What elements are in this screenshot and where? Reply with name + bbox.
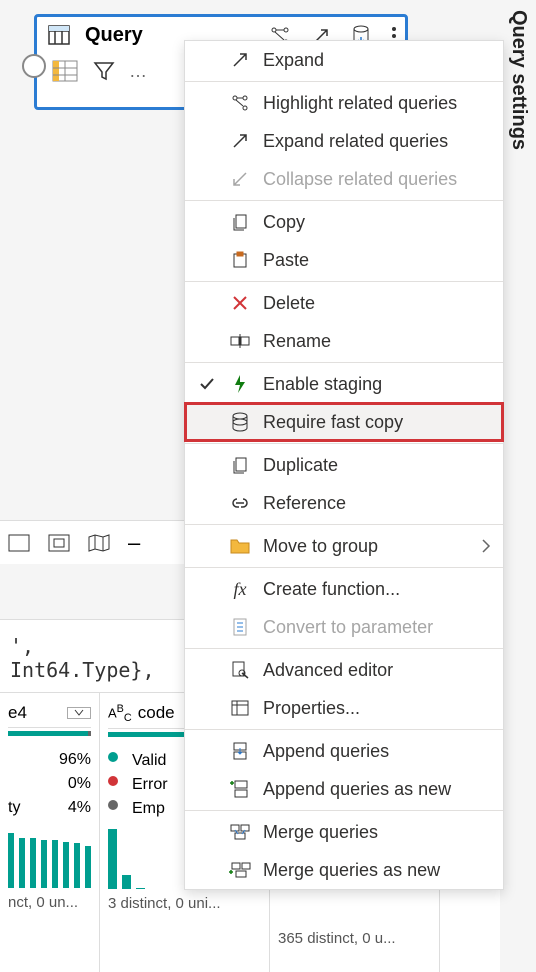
append-new-icon [229, 778, 251, 800]
menu-delete[interactable]: Delete [185, 284, 503, 322]
properties-icon [229, 697, 251, 719]
query-settings-panel-title: Query settings [507, 10, 530, 150]
column-histogram [8, 828, 91, 888]
menu-copy[interactable]: Copy [185, 203, 503, 241]
menu-advanced-editor[interactable]: Advanced editor [185, 651, 503, 689]
menu-paste[interactable]: Paste [185, 241, 503, 279]
table-icon [47, 23, 71, 47]
expand-related-icon [229, 130, 251, 152]
merge-icon [229, 821, 251, 843]
folder-icon [229, 535, 251, 557]
menu-enable-staging[interactable]: Enable staging [185, 365, 503, 403]
context-menu: Expand Highlight related queries Expand … [184, 40, 504, 890]
menu-expand[interactable]: Expand [185, 41, 503, 79]
funnel-icon [93, 60, 115, 82]
advanced-editor-icon [229, 659, 251, 681]
paste-icon [229, 249, 251, 271]
menu-expand-related[interactable]: Expand related queries [185, 122, 503, 160]
menu-highlight-related[interactable]: Highlight related queries [185, 84, 503, 122]
reference-icon [229, 492, 251, 514]
menu-append-queries-new[interactable]: Append queries as new [185, 770, 503, 808]
menu-reference[interactable]: Reference [185, 484, 503, 522]
menu-properties[interactable]: Properties... [185, 689, 503, 727]
column-header[interactable]: e4 [8, 699, 91, 728]
highlight-related-icon [229, 92, 251, 114]
menu-collapse-related: Collapse related queries [185, 160, 503, 198]
append-icon [229, 740, 251, 762]
menu-merge-queries[interactable]: Merge queries [185, 813, 503, 851]
menu-duplicate[interactable]: Duplicate [185, 446, 503, 484]
view-toolbar: – [0, 520, 184, 564]
menu-append-queries[interactable]: Append queries [185, 732, 503, 770]
merge-new-icon [229, 859, 251, 881]
staging-icon [229, 373, 251, 395]
menu-convert-to-parameter: Convert to parameter [185, 608, 503, 646]
collapse-related-icon [229, 168, 251, 190]
duplicate-icon [229, 454, 251, 476]
map-icon[interactable] [88, 534, 110, 552]
ellipsis-icon[interactable]: … [129, 61, 147, 82]
check-icon [197, 376, 217, 392]
parameter-icon [229, 616, 251, 638]
query-title: Query [85, 24, 143, 47]
menu-merge-queries-new[interactable]: Merge queries as new [185, 851, 503, 889]
menu-require-fast-copy[interactable]: Require fast copy [185, 403, 503, 441]
fit-icon[interactable] [48, 534, 70, 552]
fast-copy-icon [229, 411, 251, 433]
tool-icon[interactable] [8, 534, 30, 552]
function-icon: fx [229, 578, 251, 600]
text-type-icon: ABC [108, 703, 132, 724]
rename-icon [229, 330, 251, 352]
dropdown-icon[interactable] [67, 707, 91, 719]
menu-move-to-group[interactable]: Move to group [185, 527, 503, 565]
formula-bar-fragment: ', Int64.Type}, [0, 619, 184, 696]
delete-icon [229, 292, 251, 314]
table-small-icon [51, 59, 79, 83]
menu-rename[interactable]: Rename [185, 322, 503, 360]
chevron-right-icon [481, 538, 491, 554]
node-connector [22, 54, 46, 78]
minus-icon[interactable]: – [128, 530, 140, 556]
copy-icon [229, 211, 251, 233]
menu-create-function[interactable]: fx Create function... [185, 570, 503, 608]
expand-icon [229, 49, 251, 71]
